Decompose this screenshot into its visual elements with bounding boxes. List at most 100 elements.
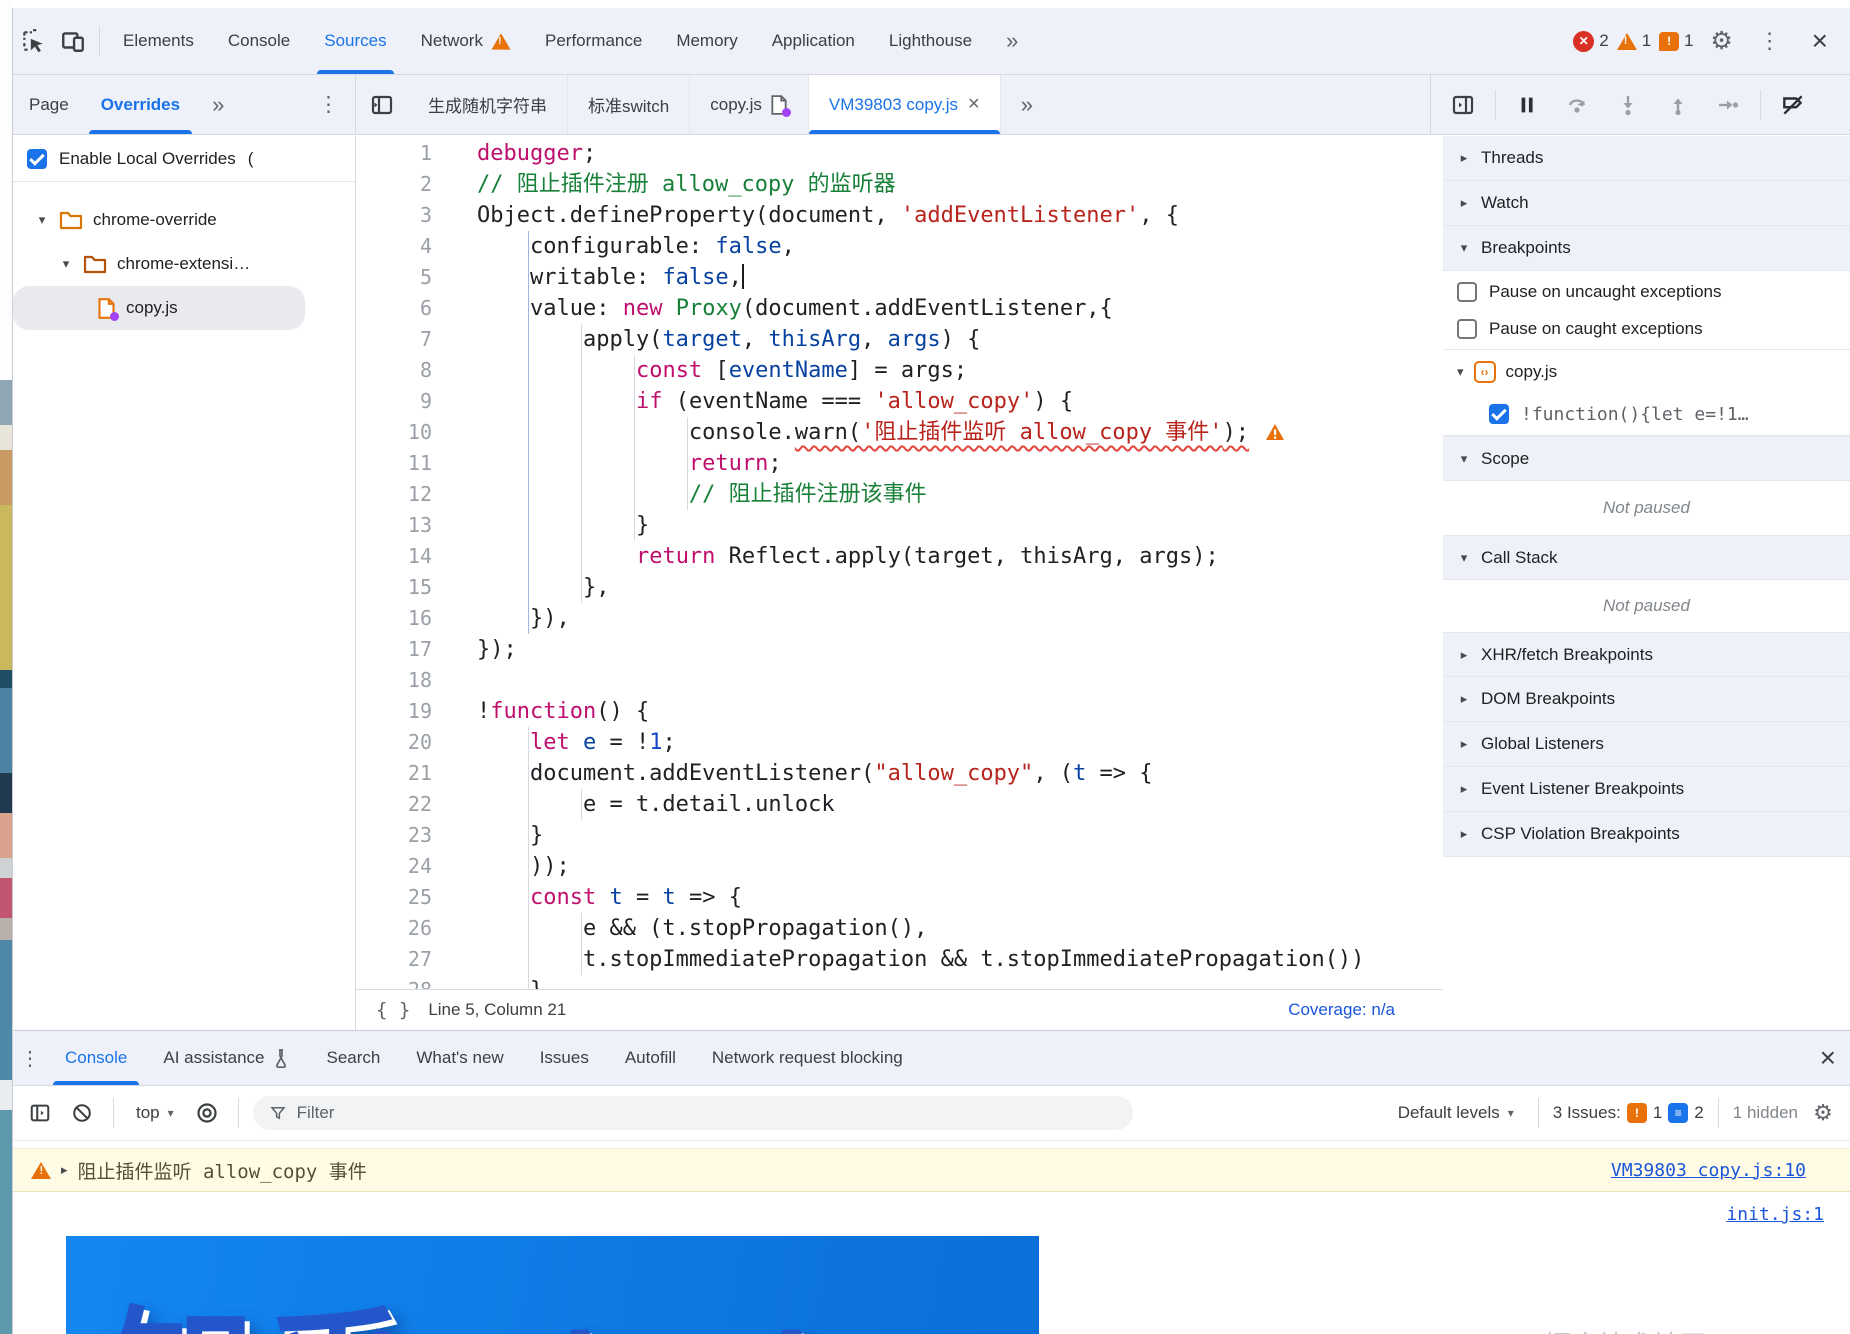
- drawer-tab-issues[interactable]: Issues: [522, 1031, 607, 1085]
- editor-more-tabs-chevron-icon[interactable]: »: [1001, 75, 1053, 134]
- tree-item-chrome-extension[interactable]: ▾ chrome-extensi…: [13, 242, 355, 286]
- tree-item-copyjs[interactable]: copy.js: [13, 286, 305, 330]
- issues-chip[interactable]: 3 Issues: ! 1 ≡ 2: [1553, 1103, 1704, 1123]
- code-line[interactable]: 16 }),: [356, 603, 1443, 634]
- pause-caught-checkbox[interactable]: [1457, 318, 1477, 339]
- code-line[interactable]: 10 console.warn('阻止插件监听 allow_copy 事件');: [356, 417, 1443, 448]
- code-line[interactable]: 19 !function() {: [356, 696, 1443, 727]
- drawer-tab-console[interactable]: Console: [47, 1031, 145, 1085]
- step-over-icon[interactable]: [1558, 85, 1598, 125]
- code-line[interactable]: 5 writable: false,: [356, 262, 1443, 293]
- code-line[interactable]: 3 Object.defineProperty(document, 'addEve…: [356, 200, 1443, 231]
- inspect-element-icon[interactable]: [13, 21, 53, 61]
- code-line[interactable]: 28 }: [356, 975, 1443, 989]
- tab-overrides[interactable]: Overrides: [85, 75, 196, 134]
- code-line[interactable]: 8 const [eventName] = args;: [356, 355, 1443, 386]
- step-into-icon[interactable]: [1608, 85, 1648, 125]
- tab-sources[interactable]: Sources: [307, 8, 403, 74]
- enable-local-overrides-row[interactable]: Enable Local Overrides (: [13, 136, 355, 182]
- code-line[interactable]: 1 debugger;: [356, 138, 1443, 169]
- code-line[interactable]: 22 e = t.detail.unlock: [356, 789, 1443, 820]
- enable-local-overrides-checkbox[interactable]: [27, 148, 47, 169]
- code-line[interactable]: 21 document.addEventListener("allow_copy…: [356, 758, 1443, 789]
- clear-console-icon[interactable]: [65, 1093, 99, 1133]
- source-link[interactable]: VM39803 copy.js:10: [1611, 1160, 1806, 1181]
- sidebar-kebab-icon[interactable]: ⋮: [302, 75, 355, 134]
- tab-network[interactable]: Network: [404, 8, 528, 74]
- warning-count-badge[interactable]: 1: [1616, 31, 1651, 51]
- section-breakpoints[interactable]: ▾ Breakpoints: [1443, 226, 1850, 271]
- pause-uncaught-checkbox[interactable]: [1457, 281, 1477, 302]
- context-selector[interactable]: top ▾: [128, 1103, 182, 1123]
- console-settings-gear-icon[interactable]: ⚙: [1806, 1093, 1840, 1133]
- section-watch[interactable]: ▸ Watch: [1443, 181, 1850, 226]
- live-expression-eye-icon[interactable]: [190, 1093, 224, 1133]
- close-devtools-icon[interactable]: ×: [1798, 25, 1842, 57]
- pause-script-icon[interactable]: [1508, 85, 1548, 125]
- code-line[interactable]: 23 }: [356, 820, 1443, 851]
- code-line[interactable]: 13 }: [356, 510, 1443, 541]
- step-icon[interactable]: [1708, 85, 1748, 125]
- code-line[interactable]: 18: [356, 665, 1443, 696]
- editor-tab-vm39803-copyjs[interactable]: VM39803 copy.js ×: [808, 75, 1001, 134]
- code-line[interactable]: 11 return;: [356, 448, 1443, 479]
- drawer-tab-autofill[interactable]: Autofill: [607, 1031, 694, 1085]
- code-line[interactable]: 9 if (eventName === 'allow_copy') {: [356, 386, 1443, 417]
- console-warning-message[interactable]: ▸ 阻止插件监听 allow_copy 事件 VM39803 copy.js:1…: [13, 1148, 1850, 1192]
- section-scope[interactable]: ▾ Scope: [1443, 436, 1850, 481]
- sidebar-more-tabs-chevron-icon[interactable]: »: [196, 75, 240, 134]
- settings-gear-icon[interactable]: ⚙: [1702, 21, 1742, 61]
- drawer-tab-network-request-blocking[interactable]: Network request blocking: [694, 1031, 921, 1085]
- deactivate-breakpoints-icon[interactable]: [1773, 85, 1813, 125]
- breakpoint-checkbox[interactable]: [1489, 404, 1509, 424]
- drawer-tab-ai-assistance[interactable]: AI assistance: [145, 1031, 308, 1085]
- code-line[interactable]: 26 e && (t.stopPropagation(),: [356, 913, 1443, 944]
- device-toolbar-icon[interactable]: [53, 21, 93, 61]
- pretty-print-icon[interactable]: { }: [376, 999, 410, 1021]
- code-line[interactable]: 27 t.stopImmediatePropagation && t.stopI…: [356, 944, 1443, 975]
- source-link[interactable]: init.js:1: [1726, 1204, 1824, 1225]
- drawer-kebab-icon[interactable]: ⋮: [13, 1038, 47, 1078]
- code-line[interactable]: 2// 阻止插件注册 allow_copy 的监听器: [356, 169, 1443, 200]
- code-line[interactable]: 20 let e = !1;: [356, 727, 1443, 758]
- section-xhr-breakpoints[interactable]: ▸ XHR/fetch Breakpoints: [1443, 632, 1850, 677]
- code-line[interactable]: 15 },: [356, 572, 1443, 603]
- code-line[interactable]: 12 // 阻止插件注册该事件: [356, 479, 1443, 510]
- section-event-listener-breakpoints[interactable]: ▸ Event Listener Breakpoints: [1443, 767, 1850, 812]
- more-tabs-chevron-icon[interactable]: »: [989, 8, 1035, 74]
- drawer-tab-whats-new[interactable]: What's new: [398, 1031, 521, 1085]
- console-sidebar-toggle-icon[interactable]: [23, 1093, 57, 1133]
- code-line[interactable]: 6 value: new Proxy(document.addEventList…: [356, 293, 1443, 324]
- tab-application[interactable]: Application: [755, 8, 872, 74]
- toggle-debugger-sidebar-icon[interactable]: [1443, 85, 1483, 125]
- code-line[interactable]: 25 const t = t => {: [356, 882, 1443, 913]
- section-csp-violation-breakpoints[interactable]: ▸ CSP Violation Breakpoints: [1443, 812, 1850, 857]
- editor-tab-random-string[interactable]: 生成随机字符串: [408, 75, 568, 134]
- section-dom-breakpoints[interactable]: ▸ DOM Breakpoints: [1443, 677, 1850, 722]
- console-filter-input[interactable]: Filter: [252, 1096, 1133, 1130]
- issue-count-badge[interactable]: ! 1: [1659, 31, 1694, 51]
- step-out-icon[interactable]: [1658, 85, 1698, 125]
- kebab-menu-icon[interactable]: ⋮: [1750, 21, 1790, 61]
- code-line[interactable]: 17});: [356, 634, 1443, 665]
- code-line[interactable]: 14 return Reflect.apply(target, thisArg,…: [356, 541, 1443, 572]
- code-editor[interactable]: 1 debugger; 2// 阻止插件注册 allow_copy 的监听器 3 Obj…: [356, 136, 1443, 989]
- toggle-navigator-icon[interactable]: [362, 85, 402, 125]
- coverage-link[interactable]: Coverage: n/a: [1288, 1000, 1395, 1020]
- editor-tab-copyjs[interactable]: copy.js: [690, 75, 809, 134]
- tab-memory[interactable]: Memory: [659, 8, 754, 74]
- close-tab-icon[interactable]: ×: [968, 93, 980, 116]
- section-call-stack[interactable]: ▾ Call Stack: [1443, 535, 1850, 580]
- tab-console[interactable]: Console: [211, 8, 307, 74]
- drawer-tab-search[interactable]: Search: [308, 1031, 398, 1085]
- hidden-messages-label[interactable]: 1 hidden: [1733, 1103, 1798, 1123]
- log-levels-dropdown[interactable]: Default levels ▾: [1388, 1103, 1524, 1123]
- code-line[interactable]: 4 configurable: false,: [356, 231, 1443, 262]
- pause-caught-row[interactable]: Pause on caught exceptions: [1443, 310, 1850, 347]
- section-global-listeners[interactable]: ▸ Global Listeners: [1443, 722, 1850, 767]
- error-count-badge[interactable]: ✕ 2: [1573, 30, 1609, 52]
- tab-performance[interactable]: Performance: [528, 8, 659, 74]
- code-line[interactable]: 24 ));: [356, 851, 1443, 882]
- tab-page[interactable]: Page: [13, 75, 85, 134]
- breakpoint-entry[interactable]: !function(){let e=!1…: [1443, 393, 1850, 435]
